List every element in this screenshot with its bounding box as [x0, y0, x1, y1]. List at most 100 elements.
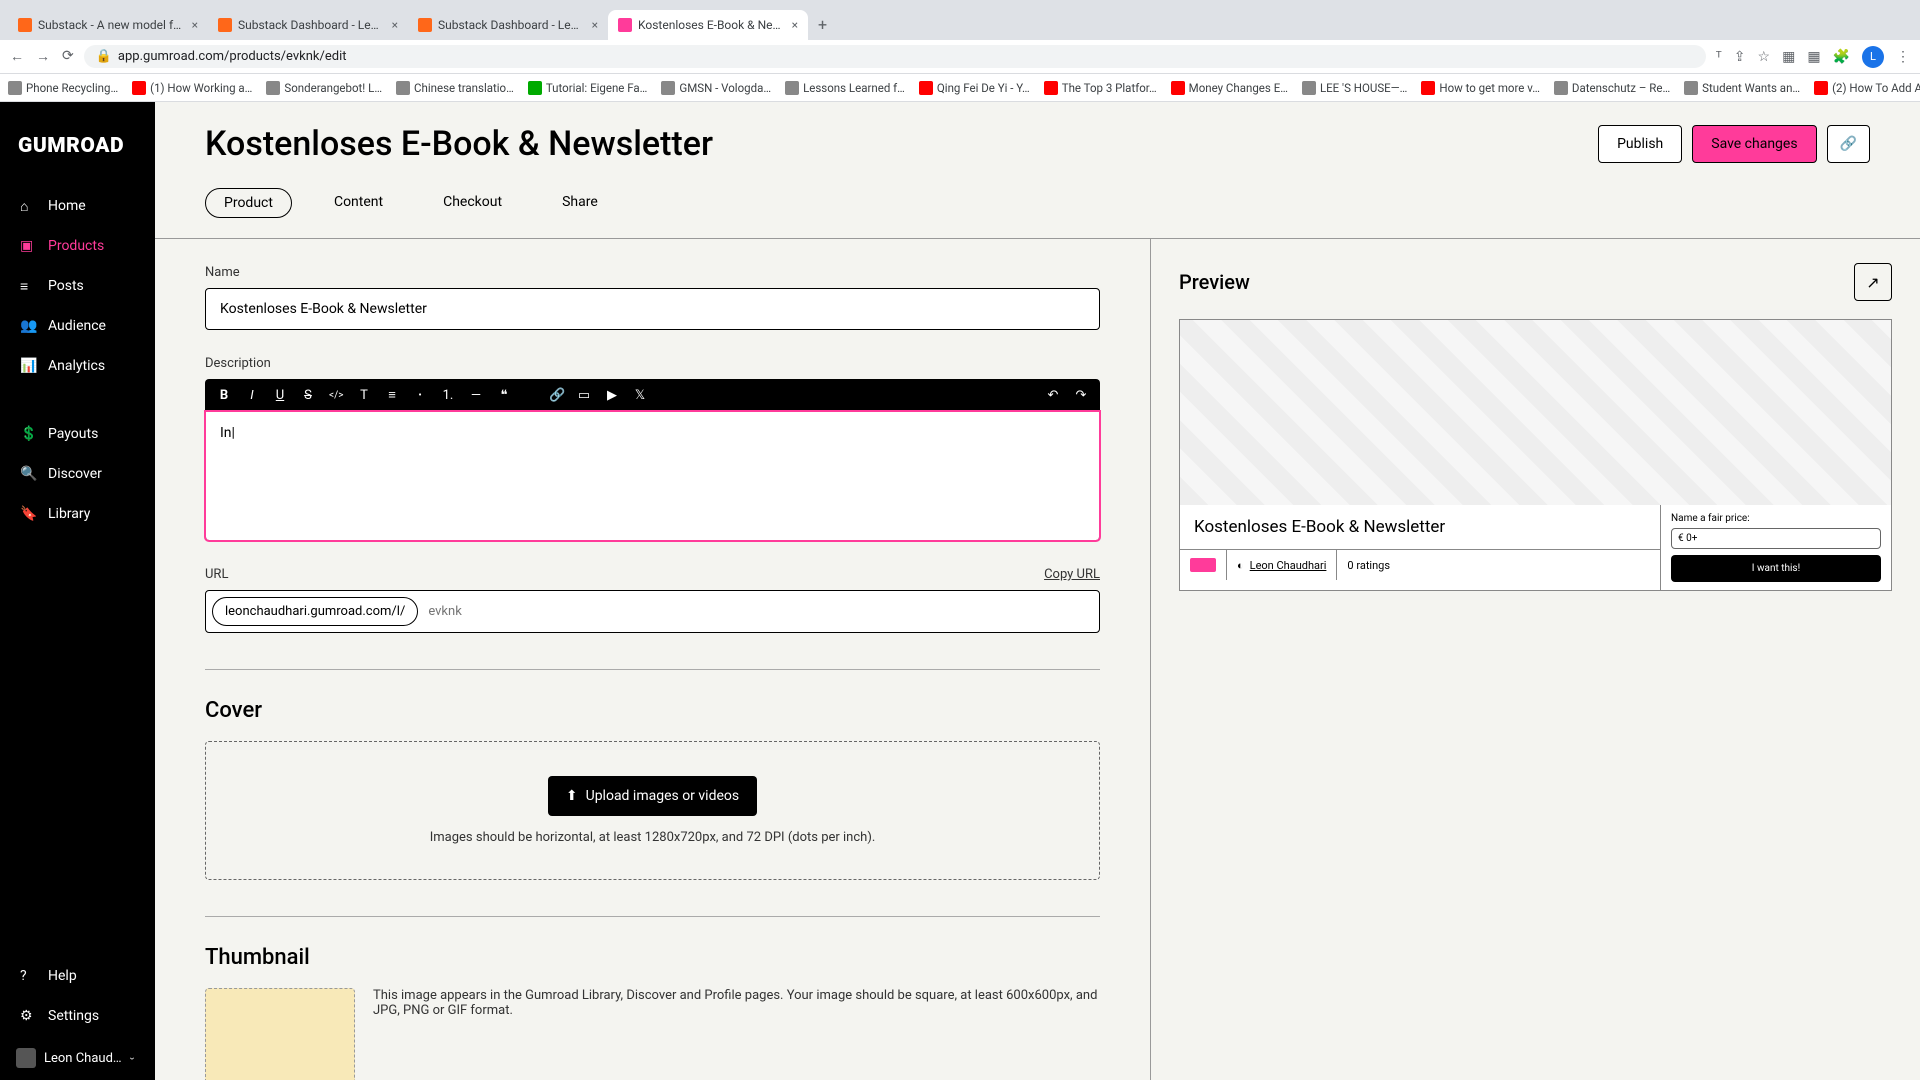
code-icon[interactable]: </>: [329, 390, 343, 401]
link-icon[interactable]: ❝: [497, 388, 511, 403]
cover-dropzone[interactable]: ⬆Upload images or videos Images should b…: [205, 741, 1100, 880]
sidebar-item-help[interactable]: ?Help: [0, 956, 155, 996]
undo-icon[interactable]: ↶: [1046, 388, 1060, 403]
thumbnail-title: Thumbnail: [205, 945, 1100, 970]
bookmark-item[interactable]: Money Changes E…: [1171, 81, 1288, 95]
name-input[interactable]: [205, 288, 1100, 330]
bookmark-item[interactable]: Sonderangebot! L…: [266, 81, 382, 95]
tab-product[interactable]: Product: [205, 188, 292, 218]
upload-label: Upload images or videos: [586, 788, 740, 804]
sidebar-user[interactable]: Leon Chaud…›: [0, 1036, 155, 1080]
browser-tab[interactable]: Substack Dashboard - Leon's×: [408, 10, 608, 40]
bookmark-favicon-icon: [396, 81, 410, 95]
products-icon: ▣: [20, 238, 36, 254]
bookmark-item[interactable]: The Top 3 Platfor…: [1044, 81, 1157, 95]
bookmark-item[interactable]: Student Wants an…: [1684, 81, 1800, 95]
translate-icon[interactable]: ᵀ: [1716, 48, 1722, 65]
redo-icon[interactable]: ↷: [1074, 388, 1088, 403]
page-title: Kostenloses E-Book & Newsletter: [205, 124, 713, 164]
new-tab-button[interactable]: +: [808, 9, 837, 40]
sidebar-item-products[interactable]: ▣Products: [0, 226, 155, 266]
underline-icon[interactable]: U: [273, 388, 287, 403]
bookmark-label: (2) How To Add A…: [1832, 81, 1920, 95]
bookmark-item[interactable]: How to get more v…: [1421, 81, 1540, 95]
url-slug-input[interactable]: [418, 604, 604, 619]
sidebar-item-audience[interactable]: 👥Audience: [0, 306, 155, 346]
upload-cover-button[interactable]: ⬆Upload images or videos: [548, 776, 757, 816]
twitter-icon[interactable]: ▶: [605, 388, 619, 403]
text-style-icon[interactable]: T: [357, 388, 371, 403]
i-want-this-button[interactable]: I want this!: [1671, 555, 1881, 582]
url-text: app.gumroad.com/products/evknk/edit: [118, 49, 347, 64]
bookmark-item[interactable]: Qing Fei De Yi - Y…: [919, 81, 1030, 95]
description-editor[interactable]: In|: [205, 411, 1100, 541]
forward-icon[interactable]: →: [36, 48, 50, 65]
tab-close-icon[interactable]: ×: [592, 18, 598, 32]
sidebar-item-label: Help: [48, 968, 77, 984]
ai-sparkle-icon[interactable]: 𝕏: [633, 388, 647, 403]
sidebar-item-posts[interactable]: ≡Posts: [0, 266, 155, 306]
bookmark-item[interactable]: Phone Recycling…: [8, 81, 118, 95]
hr-icon[interactable]: 1.: [441, 388, 455, 403]
menu-icon[interactable]: ⋮: [1896, 49, 1910, 65]
tab-close-icon[interactable]: ×: [392, 18, 398, 32]
bookmark-favicon-icon: [266, 81, 280, 95]
tab-checkout[interactable]: Checkout: [425, 188, 520, 218]
posts-icon: ≡: [20, 278, 36, 294]
sidebar: GUMROAD ⌂Home ▣Products ≡Posts 👥Audience…: [0, 102, 155, 1080]
sidebar-item-label: Analytics: [48, 358, 105, 374]
share-icon[interactable]: ⇪: [1734, 49, 1746, 65]
extensions-puzzle-icon[interactable]: 🧩: [1833, 49, 1850, 65]
browser-tab-active[interactable]: Kostenloses E-Book & Newslet×: [608, 10, 808, 40]
expand-preview-button[interactable]: ↗: [1854, 263, 1892, 301]
sidebar-item-settings[interactable]: ⚙Settings: [0, 996, 155, 1036]
sidebar-item-payouts[interactable]: 💲Payouts: [0, 414, 155, 454]
bold-icon[interactable]: B: [217, 388, 231, 403]
url-domain-chip: leonchaudhari.gumroad.com/l/: [212, 597, 418, 626]
thumbnail-dropzone[interactable]: Upload: [205, 988, 355, 1080]
profile-avatar[interactable]: L: [1862, 46, 1884, 68]
bookmark-item[interactable]: Lessons Learned f…: [785, 81, 905, 95]
star-icon[interactable]: ☆: [1758, 49, 1771, 65]
tab-content[interactable]: Content: [316, 188, 401, 218]
tab-close-icon[interactable]: ×: [192, 18, 198, 32]
bookmark-item[interactable]: LEE 'S HOUSE—…: [1302, 81, 1407, 95]
italic-icon[interactable]: I: [245, 388, 259, 403]
tab-share[interactable]: Share: [544, 188, 616, 218]
bookmark-label: Sonderangebot! L…: [284, 81, 382, 95]
browser-tab[interactable]: Substack Dashboard - Leon's×: [208, 10, 408, 40]
bookmark-item[interactable]: Tutorial: Eigene Fa…: [528, 81, 648, 95]
publish-button[interactable]: Publish: [1598, 125, 1682, 163]
sidebar-item-library[interactable]: 🔖Library: [0, 494, 155, 534]
link-button[interactable]: 🔗: [1827, 125, 1870, 163]
browser-tab[interactable]: Substack - A new model for p…×: [8, 10, 208, 40]
quote-icon[interactable]: ―: [469, 388, 483, 403]
bookmark-label: How to get more v…: [1439, 81, 1540, 95]
strike-icon[interactable]: S: [301, 388, 315, 403]
save-changes-button[interactable]: Save changes: [1692, 125, 1816, 163]
omnibox[interactable]: 🔒 app.gumroad.com/products/evknk/edit: [84, 45, 1706, 68]
back-icon[interactable]: ←: [10, 48, 24, 65]
bookmark-item[interactable]: GMSN - Vologda…: [661, 81, 771, 95]
price-placeholder: 0+: [1686, 533, 1697, 544]
bookmark-item[interactable]: (2) How To Add A…: [1814, 81, 1920, 95]
reload-icon[interactable]: ⟳: [62, 48, 74, 65]
bookmark-favicon-icon: [8, 81, 22, 95]
price-input[interactable]: € 0+: [1671, 528, 1881, 549]
image-icon[interactable]: 🔗: [549, 388, 563, 403]
sidebar-item-discover[interactable]: 🔍Discover: [0, 454, 155, 494]
numbered-list-icon[interactable]: •: [413, 390, 427, 401]
extension-icon[interactable]: ▦: [1807, 49, 1820, 65]
video-icon[interactable]: ▭: [577, 388, 591, 403]
sidebar-item-label: Library: [48, 506, 90, 522]
extension-icon[interactable]: ▦: [1782, 49, 1795, 65]
sidebar-item-analytics[interactable]: 📊Analytics: [0, 346, 155, 386]
copy-url-link[interactable]: Copy URL: [1044, 567, 1100, 582]
tab-close-icon[interactable]: ×: [792, 18, 798, 32]
bookmark-item[interactable]: (1) How Working a…: [132, 81, 252, 95]
preview-price-badge: [1180, 550, 1227, 580]
bullet-list-icon[interactable]: ≡: [385, 387, 399, 403]
bookmark-item[interactable]: Chinese translatio…: [396, 81, 514, 95]
bookmark-item[interactable]: Datenschutz – Re…: [1554, 81, 1670, 95]
sidebar-item-home[interactable]: ⌂Home: [0, 186, 155, 226]
